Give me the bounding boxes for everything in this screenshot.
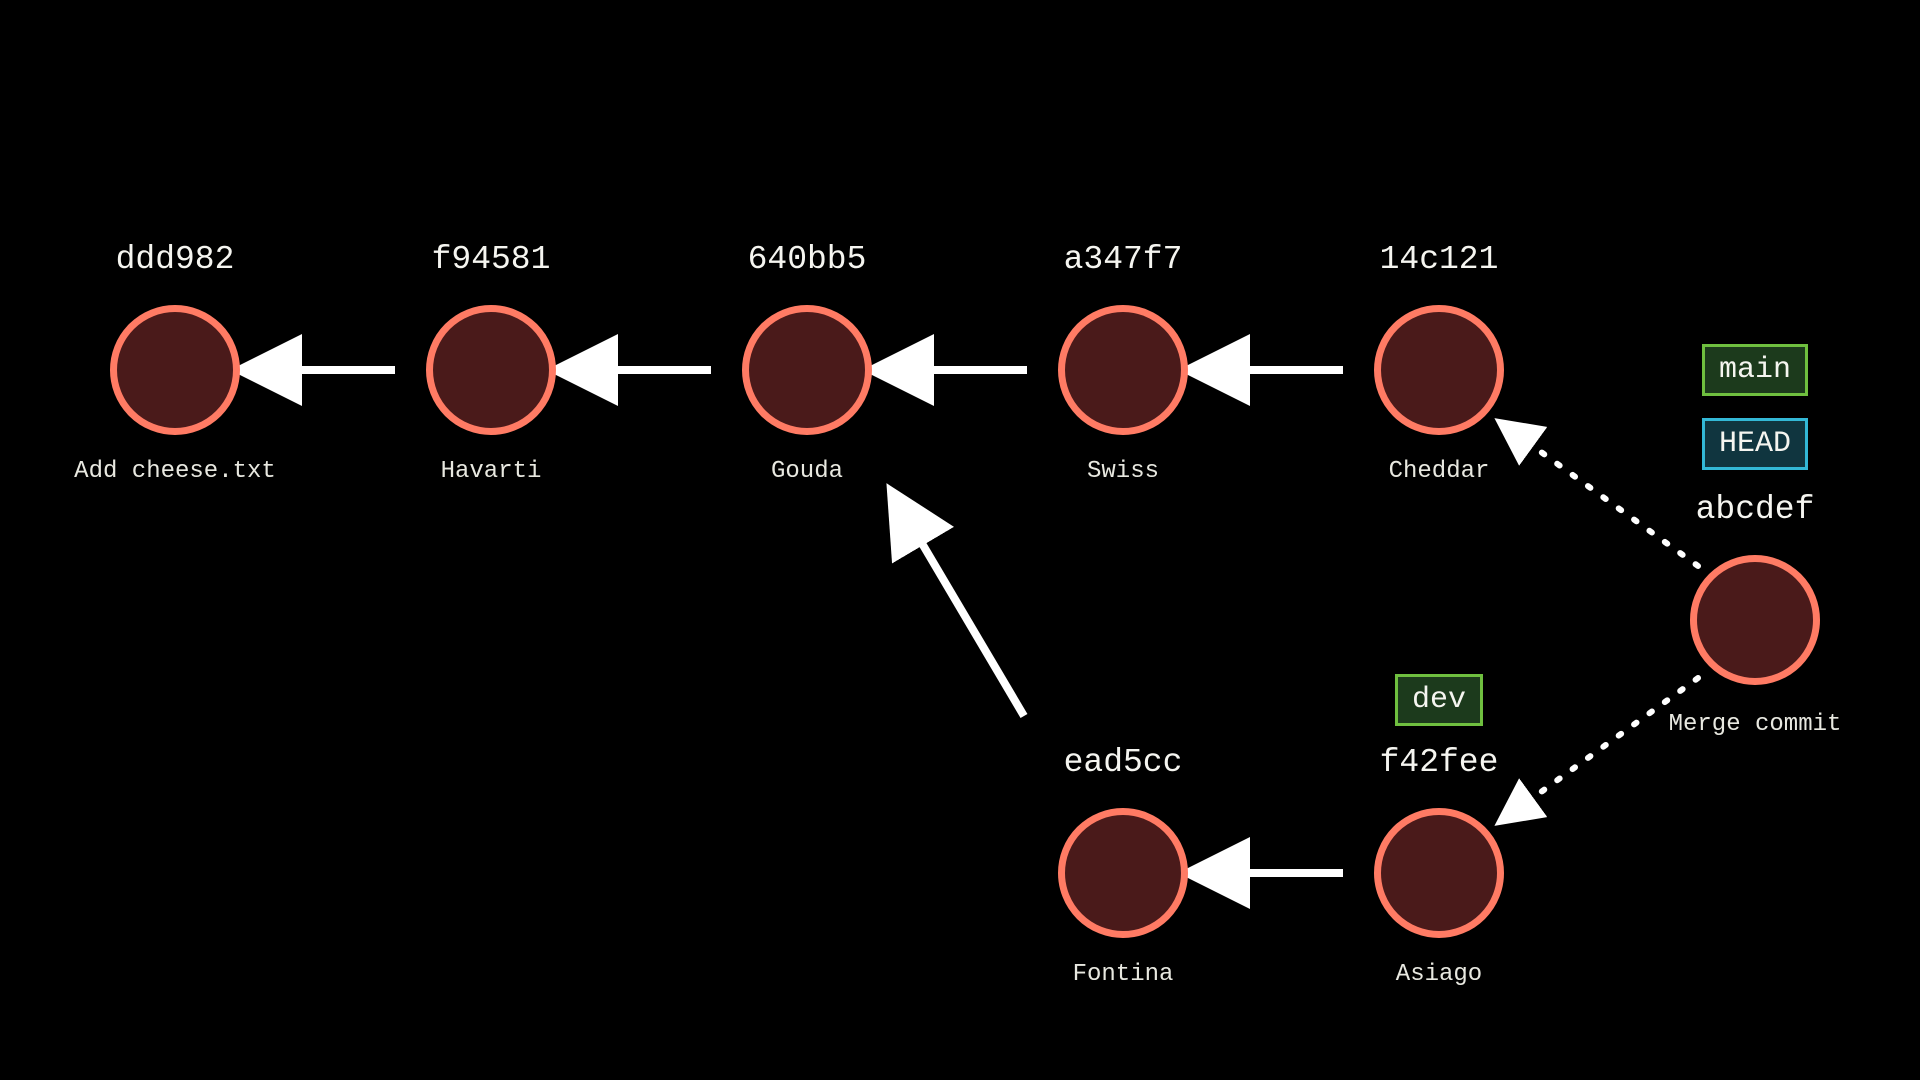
- commit-message: Fontina: [1073, 961, 1174, 988]
- arrow-c7-to-c4-dotted: [1530, 444, 1698, 566]
- commit-hash: ddd982: [116, 241, 235, 278]
- commit-hash: ead5cc: [1064, 744, 1183, 781]
- commit-message: Add cheese.txt: [74, 458, 276, 485]
- branch-tag-main: main: [1702, 344, 1808, 396]
- arrow-c7-to-c6-dotted: [1530, 678, 1698, 800]
- commit-node-a347f7: [1058, 305, 1188, 435]
- git-graph-diagram: ddd982 Add cheese.txt f94581 Havarti 640…: [0, 0, 1920, 1080]
- commit-hash: 640bb5: [748, 241, 867, 278]
- commit-message: Merge commit: [1669, 711, 1842, 738]
- commit-hash: f94581: [432, 241, 551, 278]
- commit-node-abcdef: [1690, 555, 1820, 685]
- head-tag: HEAD: [1702, 418, 1808, 470]
- branch-tag-dev: dev: [1395, 674, 1483, 726]
- commit-message: Gouda: [771, 458, 843, 485]
- commit-node-f42fee: [1374, 808, 1504, 938]
- commit-hash: 14c121: [1380, 241, 1499, 278]
- commit-node-ddd982: [110, 305, 240, 435]
- commit-message: Havarti: [441, 458, 542, 485]
- commit-hash: a347f7: [1064, 241, 1183, 278]
- commit-message: Asiago: [1396, 961, 1482, 988]
- commit-message: Cheddar: [1389, 458, 1490, 485]
- arrow-c5-to-c2: [920, 540, 1024, 716]
- arrows-layer: [0, 0, 1920, 1080]
- commit-hash: abcdef: [1696, 491, 1815, 528]
- commit-node-14c121: [1374, 305, 1504, 435]
- commit-hash: f42fee: [1380, 744, 1499, 781]
- commit-message: Swiss: [1087, 458, 1159, 485]
- commit-node-ead5cc: [1058, 808, 1188, 938]
- commit-node-640bb5: [742, 305, 872, 435]
- commit-node-f94581: [426, 305, 556, 435]
